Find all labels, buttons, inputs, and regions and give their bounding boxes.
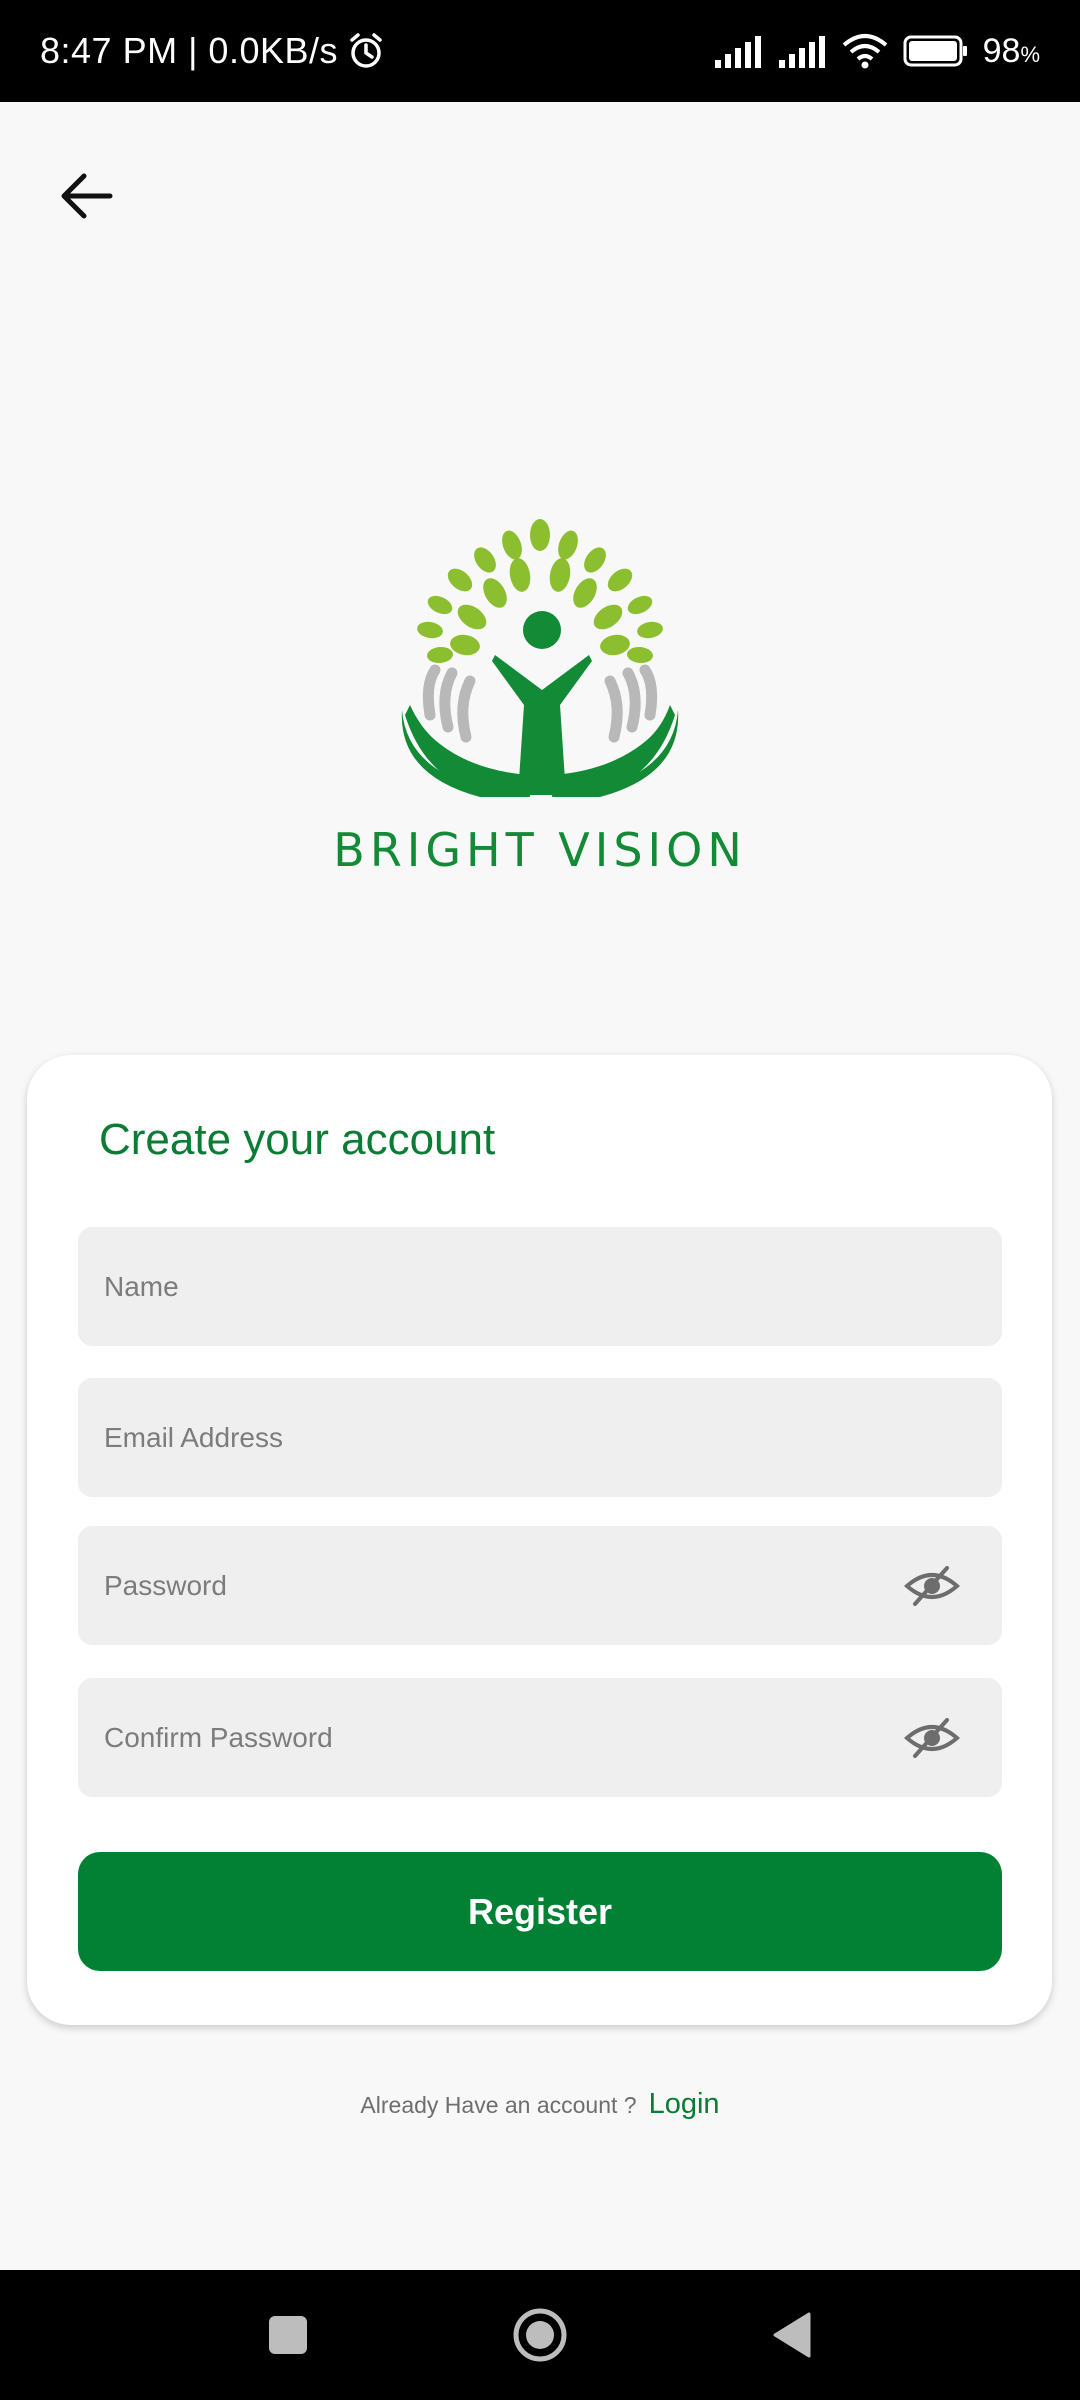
arrow-left-icon (61, 173, 113, 219)
tree-hands-logo-icon (401, 519, 679, 797)
form-title: Create your account (99, 1115, 496, 1164)
status-bar: 8:47 PM | 0.0KB/s 98% (0, 0, 1080, 102)
battery-sign: % (1020, 41, 1040, 67)
password-field[interactable] (78, 1525, 1002, 1646)
wifi-icon (842, 34, 887, 69)
system-nav-bar (0, 2270, 1080, 2400)
battery-percentage: 98% (983, 32, 1040, 71)
brand-logo: BRIGHT VISION (280, 505, 800, 885)
status-left: 8:47 PM | 0.0KB/s (40, 0, 386, 102)
confirm-password-field[interactable] (78, 1677, 1002, 1798)
login-prompt: Already Have an account ? Login (0, 2088, 1080, 2121)
name-field[interactable] (78, 1226, 1002, 1347)
login-link[interactable]: Login (649, 2088, 720, 2121)
home-circle-icon (513, 2308, 567, 2362)
back-triangle-icon (773, 2312, 811, 2358)
recents-button[interactable] (248, 2270, 328, 2400)
eye-off-icon (903, 1717, 961, 1758)
register-button[interactable]: Register (78, 1852, 1002, 1971)
battery-value: 98 (982, 31, 1021, 70)
register-card: Create your account Register (27, 1055, 1052, 2025)
email-field[interactable] (78, 1377, 1002, 1498)
signal-icon (714, 36, 761, 68)
name-input[interactable] (78, 1226, 906, 1347)
email-input[interactable] (78, 1377, 906, 1498)
password-input[interactable] (78, 1525, 906, 1646)
home-button[interactable] (500, 2270, 580, 2400)
brand-name: BRIGHT VISION (333, 823, 747, 877)
status-time: 8:47 PM | 0.0KB/s (40, 30, 338, 71)
already-have-account-text: Already Have an account ? (360, 2092, 637, 2118)
toggle-password-visibility[interactable] (902, 1563, 962, 1609)
confirm-password-input[interactable] (78, 1677, 906, 1798)
alarm-icon (350, 33, 382, 68)
nav-back-button[interactable] (752, 2270, 832, 2400)
toggle-confirm-password-visibility[interactable] (902, 1715, 962, 1761)
battery-icon (903, 35, 967, 67)
eye-off-icon (903, 1565, 961, 1606)
recents-square-icon (269, 2316, 307, 2354)
signal-icon (778, 36, 825, 68)
back-button[interactable] (52, 162, 120, 230)
status-right: 98% (713, 0, 1040, 102)
